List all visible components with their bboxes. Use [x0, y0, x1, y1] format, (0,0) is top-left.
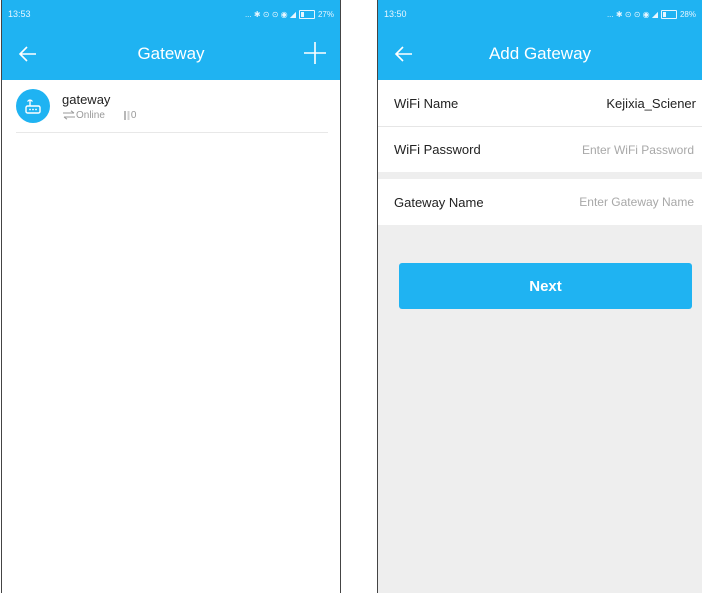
add-gateway-screen: 13:50 ... ✱ ⊙ ⊙ ◉ ◢ 28% Add Gateway WiFi… — [377, 0, 702, 593]
status-icons: ... ✱ ⊙ ⊙ ◉ ◢ 28% — [606, 9, 696, 19]
plus-icon[interactable] — [302, 40, 328, 66]
signal-icons: ... ✱ ⊙ ⊙ ◉ ◢ — [244, 9, 296, 19]
gateway-meta: Online 0 — [62, 110, 136, 121]
battery-percent: 28% — [679, 9, 696, 19]
battery-icon — [298, 9, 315, 19]
wifi-password-row: WiFi Password — [378, 126, 702, 172]
wifi-password-input[interactable] — [542, 141, 696, 158]
status-icons: ... ✱ ⊙ ⊙ ◉ ◢ 27% — [244, 9, 334, 19]
sync-arrows-icon — [63, 110, 75, 120]
wifi-name-row[interactable]: WiFi Name Kejixia_Sciener — [378, 80, 702, 126]
page-title: Add Gateway — [488, 44, 592, 63]
wifi-form: WiFi Name Kejixia_Sciener WiFi Password — [378, 80, 702, 172]
nav-bar: Gateway — [2, 28, 340, 80]
gateway-avatar — [16, 89, 50, 123]
gateway-form: Gateway Name — [378, 179, 702, 225]
gateway-device-count: 0 — [130, 109, 137, 121]
gateway-name-label: Gateway Name — [394, 194, 484, 210]
nav-bar: Add Gateway — [378, 28, 702, 80]
gateway-name-row: Gateway Name — [378, 179, 702, 225]
gateway-list: gateway Online 0 — [2, 80, 340, 593]
wifi-name-label: WiFi Name — [394, 95, 459, 111]
gateway-router-icon — [25, 99, 41, 114]
battery-percent: 27% — [317, 9, 334, 19]
gateway-list-screen: 13:53 ... ✱ ⊙ ⊙ ◉ ◢ 27% Gateway gateway … — [1, 0, 341, 593]
wifi-password-label: WiFi Password — [394, 142, 481, 157]
gateway-list-item[interactable]: gateway Online 0 — [16, 80, 328, 133]
wifi-name-value: Kejixia_Sciener — [606, 95, 696, 111]
gateway-info: gateway Online 0 — [62, 92, 136, 121]
status-bar: 13:50 ... ✱ ⊙ ⊙ ◉ ◢ 28% — [378, 0, 702, 28]
section-gap — [378, 172, 702, 179]
device-bars-icon — [123, 110, 130, 120]
status-time: 13:53 — [8, 9, 31, 19]
battery-icon — [660, 9, 677, 19]
status-bar: 13:53 ... ✱ ⊙ ⊙ ◉ ◢ 27% — [2, 0, 340, 28]
gateway-name: gateway — [62, 91, 111, 107]
status-time: 13:50 — [384, 9, 407, 19]
page-title: Gateway — [137, 44, 205, 63]
back-arrow-icon[interactable] — [392, 42, 416, 66]
back-arrow-icon[interactable] — [16, 42, 40, 66]
next-button[interactable]: Next — [399, 263, 692, 309]
gateway-name-input[interactable] — [542, 194, 696, 210]
signal-icons: ... ✱ ⊙ ⊙ ◉ ◢ — [606, 9, 658, 19]
gateway-status: Online — [76, 109, 105, 121]
